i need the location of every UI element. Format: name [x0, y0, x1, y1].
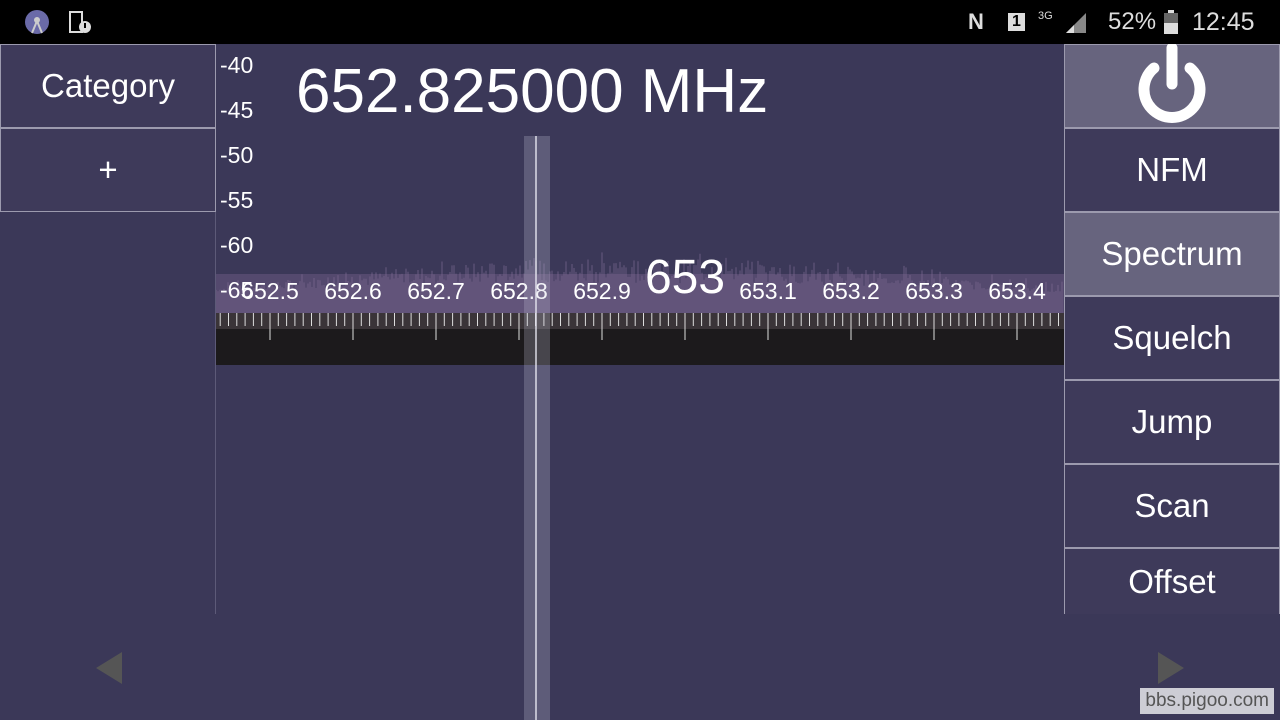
power-button[interactable] [1064, 44, 1280, 128]
battery-percent: 52% [1108, 8, 1157, 35]
network-type: 3G [1038, 10, 1053, 22]
tuning-cursor[interactable] [524, 136, 550, 720]
db-scale-label: -55 [220, 187, 254, 213]
frequency-label: 653 [644, 251, 726, 304]
frequency-label: 653.1 [739, 278, 797, 304]
frequency-label: 653.3 [905, 278, 963, 304]
mode-button-offset[interactable]: Offset [1064, 548, 1280, 614]
mode-button-spectrum[interactable]: Spectrum [1064, 212, 1280, 296]
db-scale-label: -60 [220, 232, 254, 258]
nfc-icon: N [968, 9, 984, 34]
mode-button-nfm[interactable]: NFM [1064, 128, 1280, 212]
watermark: bbs.pigoo.com [1140, 688, 1274, 714]
frequency-label: 652.9 [573, 278, 631, 304]
tuning-cursor-line [535, 136, 537, 720]
previous-arrow-icon[interactable] [96, 652, 122, 684]
db-scale-label: -40 [220, 52, 254, 78]
ruler-ticks [216, 313, 1064, 340]
battery-icon [1164, 0, 1178, 44]
add-button[interactable]: + [0, 128, 216, 212]
power-icon [1138, 44, 1206, 123]
phone-alert-icon [68, 0, 92, 44]
frequency-label: 653.4 [988, 278, 1046, 304]
mode-button-squelch[interactable]: Squelch [1064, 296, 1280, 380]
mode-button-jump[interactable]: Jump [1064, 380, 1280, 464]
clock: 12:45 [1192, 7, 1255, 36]
next-arrow-icon[interactable] [1158, 652, 1184, 684]
db-scale-label: -45 [220, 97, 254, 123]
sim-icon: 1 [1008, 0, 1025, 44]
frequency-label: 652.7 [407, 278, 465, 304]
signal-icon [1064, 0, 1088, 44]
category-button[interactable]: Category [0, 44, 216, 128]
mode-button-scan[interactable]: Scan [1064, 464, 1280, 548]
right-panel: NFM Spectrum Squelch Jump Scan Offset [1064, 44, 1280, 614]
frequency-label: 652.5 [241, 278, 299, 304]
db-scale-label: -50 [220, 142, 254, 168]
frequency-label: 652.6 [324, 278, 382, 304]
status-bar: N 1 3G 52% 12:45 [0, 0, 1280, 44]
sim-label: 1 [1008, 13, 1025, 31]
frequency-label: 653.2 [822, 278, 880, 304]
frequency-display[interactable]: 652.825000 MHz [296, 56, 768, 127]
radio-tower-icon [24, 0, 50, 44]
left-panel: Category + [0, 44, 216, 614]
frequency-ruler[interactable] [216, 313, 1064, 365]
